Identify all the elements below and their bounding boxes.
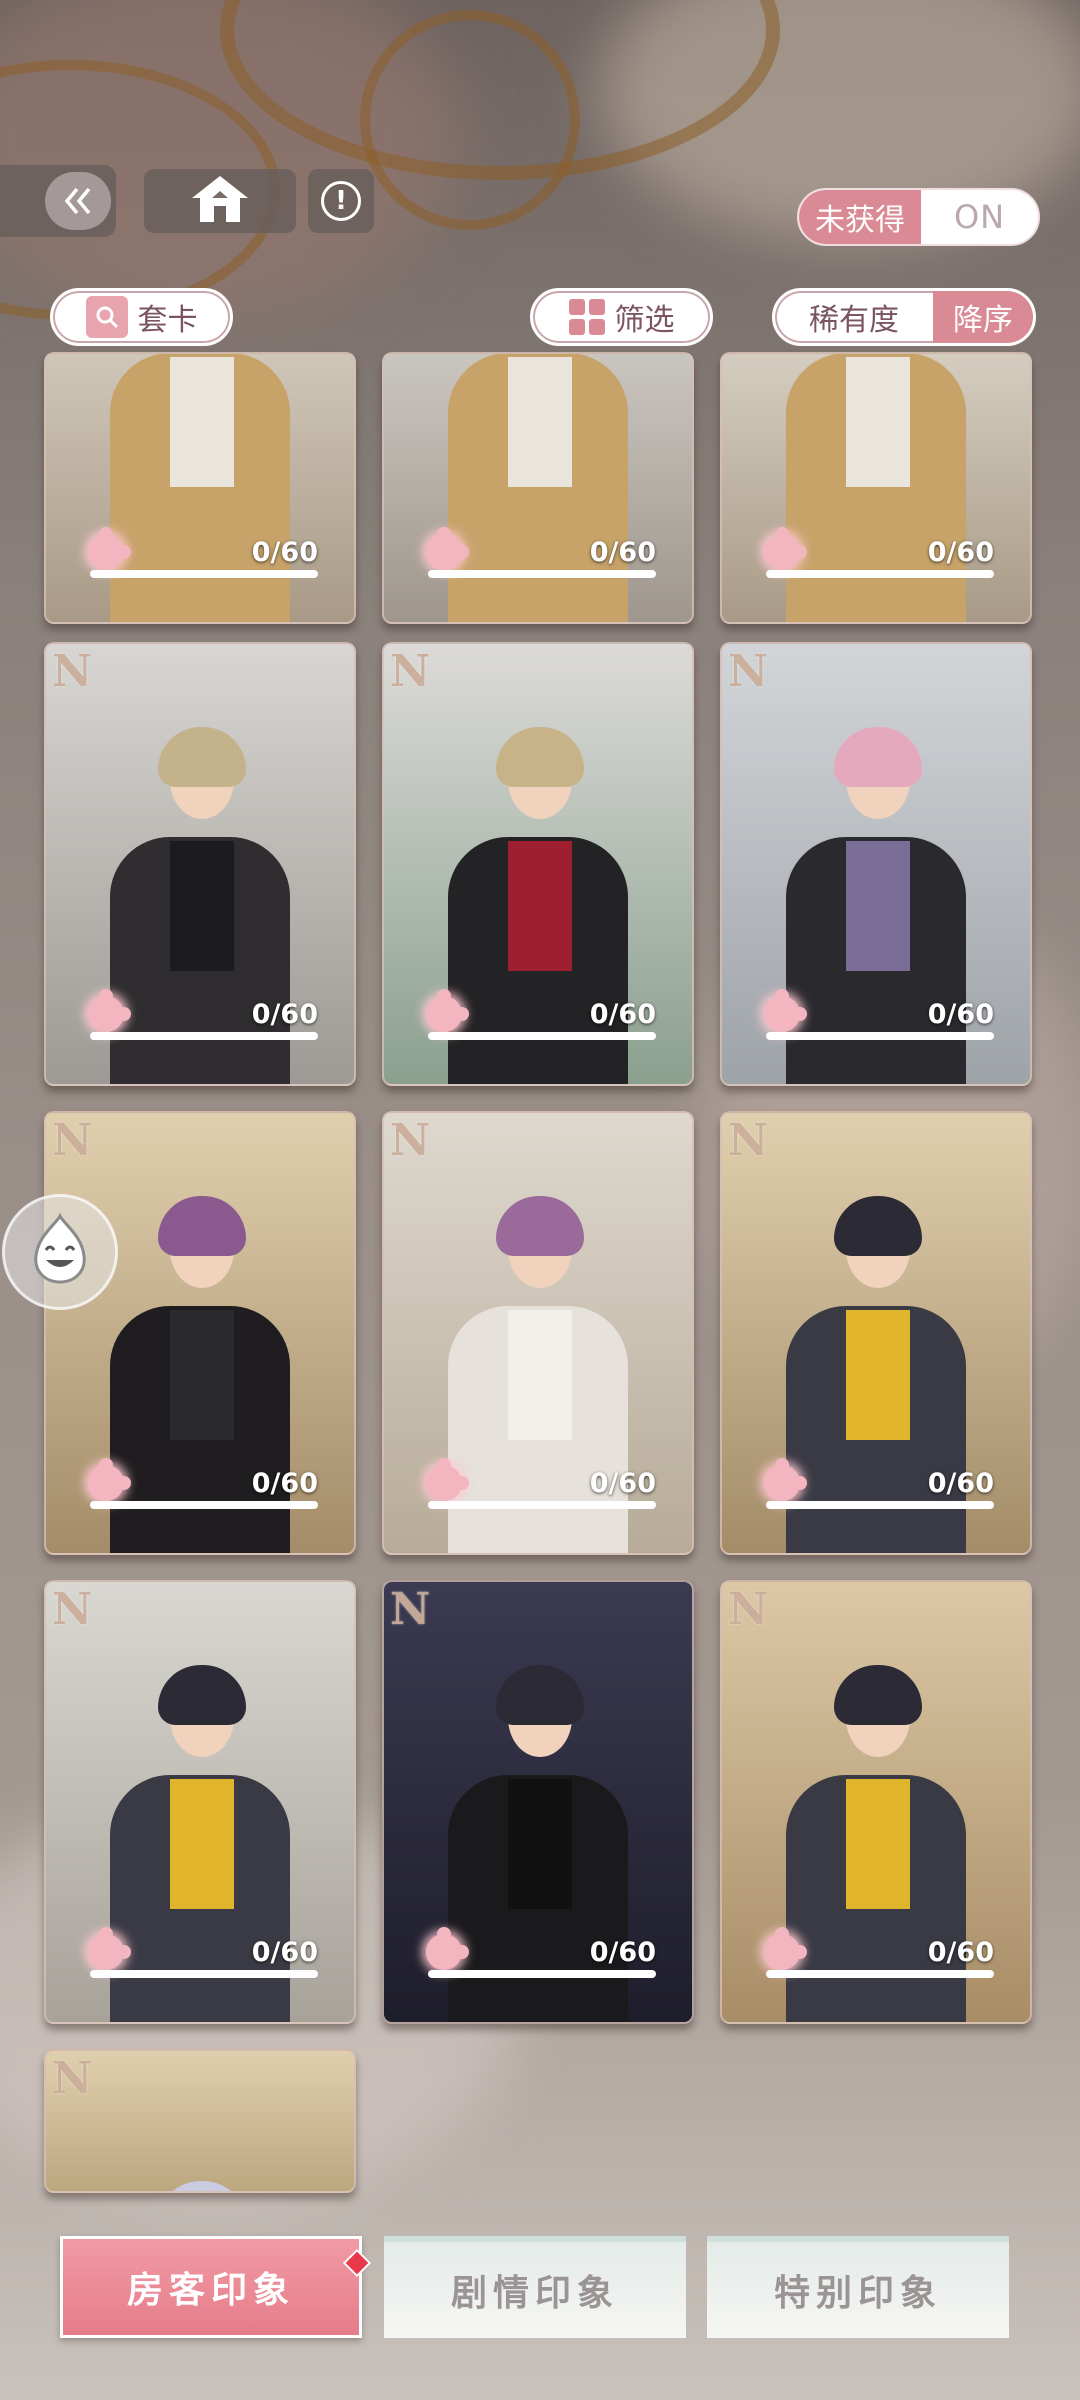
puzzle-piece-icon <box>426 527 469 570</box>
character-card[interactable]: 0/60 <box>44 352 356 624</box>
mascot-floating-button[interactable] <box>2 1194 118 1310</box>
puzzle-piece-icon <box>426 1458 469 1501</box>
rarity-sort-button[interactable]: 稀有度 降序 <box>772 288 1036 346</box>
double-chevron-left-icon <box>45 172 111 230</box>
card-progress-text: 0/60 <box>251 999 318 1030</box>
rarity-badge: N <box>52 1115 93 1166</box>
back-button[interactable] <box>0 165 116 237</box>
character-portrait <box>438 354 638 622</box>
character-card[interactable]: 0/60 <box>720 352 1032 624</box>
puzzle-piece-icon <box>88 989 131 1032</box>
rarity-label: 稀有度 <box>809 303 899 338</box>
card-progress-text: 0/60 <box>927 999 994 1030</box>
character-card[interactable]: N 0/60 <box>720 1111 1032 1555</box>
character-card[interactable]: 0/60 <box>382 352 694 624</box>
character-card[interactable]: N 0/60 <box>382 1111 694 1555</box>
card-progress-text: 0/60 <box>927 1937 994 1968</box>
tab-special-label: 特别印象 <box>773 2273 942 2314</box>
character-card[interactable]: N 0/60 <box>44 1580 356 2024</box>
home-button[interactable] <box>144 169 296 233</box>
rarity-badge: N <box>390 1115 431 1166</box>
rarity-badge: N <box>52 646 93 697</box>
card-progress-bar <box>90 570 318 578</box>
card-progress-bar <box>428 1501 656 1509</box>
tab-guest-label: 房客印象 <box>126 2270 295 2311</box>
home-icon <box>190 174 250 228</box>
puzzle-piece-icon <box>88 1927 131 1970</box>
filter-grid-icon <box>568 299 605 335</box>
tab-story-label: 剧情印象 <box>450 2273 619 2314</box>
character-portrait <box>100 354 300 622</box>
card-progress-bar <box>90 1970 318 1978</box>
card-progress-text: 0/60 <box>927 1468 994 1499</box>
card-progress-bar <box>428 570 656 578</box>
rarity-badge: N <box>52 1584 93 1635</box>
character-card[interactable]: N 0/60 <box>382 1580 694 2024</box>
card-progress-text: 0/60 <box>251 1468 318 1499</box>
card-progress-bar <box>766 570 994 578</box>
card-progress-bar <box>90 1032 318 1040</box>
card-progress-text: 0/60 <box>927 537 994 568</box>
rarity-badge: N <box>52 2053 93 2104</box>
rarity-badge: N <box>728 646 769 697</box>
puzzle-piece-icon <box>764 527 807 570</box>
card-progress-text: 0/60 <box>589 537 656 568</box>
card-progress-text: 0/60 <box>589 999 656 1030</box>
card-progress-bar <box>766 1032 994 1040</box>
card-search-icon <box>85 296 128 338</box>
character-card[interactable]: N 0/60 <box>44 1111 356 1555</box>
info-button[interactable]: ! <box>308 169 374 233</box>
suit-card-label: 套卡 <box>137 303 198 338</box>
card-progress-text: 0/60 <box>251 1937 318 1968</box>
tab-guest-impression[interactable]: 房客印象 <box>60 2236 372 2338</box>
card-progress-text: 0/60 <box>589 1468 656 1499</box>
card-progress-bar <box>428 1032 656 1040</box>
unobtained-label: 未获得 <box>799 190 921 244</box>
card-progress-bar <box>428 1970 656 1978</box>
tab-special-impression[interactable]: 特别印象 <box>707 2236 1009 2338</box>
puzzle-piece-icon <box>764 1458 807 1501</box>
rarity-badge: N <box>728 1584 769 1635</box>
tab-story-impression[interactable]: 剧情印象 <box>384 2236 686 2338</box>
filter-button[interactable]: 筛选 <box>530 288 713 346</box>
info-icon: ! <box>321 181 361 221</box>
card-progress-text: 0/60 <box>589 1937 656 1968</box>
puzzle-piece-icon <box>88 1458 131 1501</box>
ghost-mascot-icon <box>20 1210 100 1294</box>
card-progress-text: 0/60 <box>251 537 318 568</box>
card-progress-bar <box>766 1970 994 1978</box>
rarity-badge: N <box>390 1584 431 1635</box>
character-card[interactable]: N <box>44 2049 356 2193</box>
filter-label: 筛选 <box>614 303 675 338</box>
rarity-badge: N <box>728 1115 769 1166</box>
puzzle-piece-icon <box>764 1927 807 1970</box>
puzzle-piece-icon <box>426 1927 469 1970</box>
character-portrait <box>776 354 976 622</box>
card-progress-bar <box>766 1501 994 1509</box>
puzzle-piece-icon <box>88 527 131 570</box>
puzzle-piece-icon <box>426 989 469 1032</box>
character-card[interactable]: N 0/60 <box>720 642 1032 1086</box>
unobtained-toggle[interactable]: 未获得 ON <box>797 188 1040 246</box>
character-card[interactable]: N 0/60 <box>720 1580 1032 2024</box>
suit-card-button[interactable]: 套卡 <box>50 288 233 346</box>
card-progress-bar <box>90 1501 318 1509</box>
puzzle-piece-icon <box>764 989 807 1032</box>
rarity-badge: N <box>390 646 431 697</box>
toggle-state: ON <box>953 198 1006 236</box>
sort-order-label: 降序 <box>933 291 1033 343</box>
character-card[interactable]: N 0/60 <box>382 642 694 1086</box>
character-card[interactable]: N 0/60 <box>44 642 356 1086</box>
